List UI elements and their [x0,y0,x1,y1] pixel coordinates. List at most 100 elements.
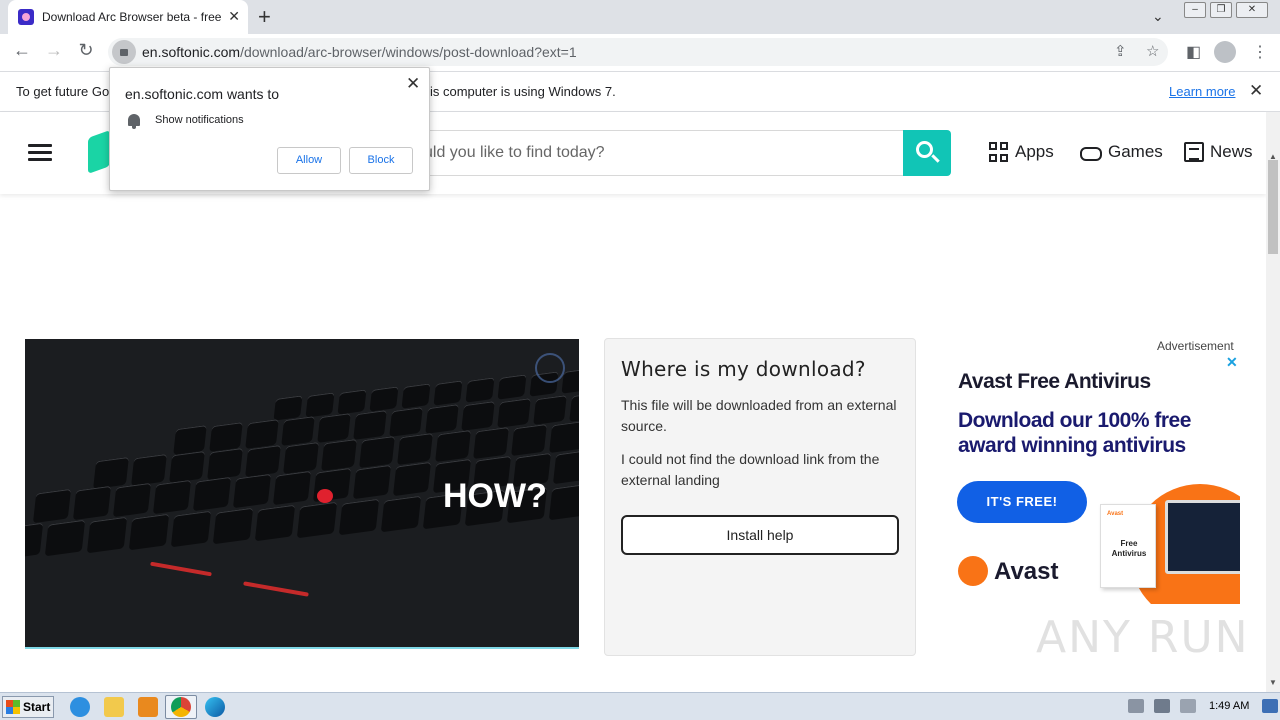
keyboard-key [401,383,431,409]
allow-button[interactable]: Allow [277,147,341,174]
search-placeholder: uld you like to find today? [424,144,605,161]
card-paragraph-2: I could not find the download link from … [621,451,880,488]
ad-cta-button[interactable]: IT'S FREE! [957,481,1087,523]
keyboard-key [245,419,279,449]
close-window-icon[interactable]: ✕ [1236,2,1268,18]
keyboard-key [497,374,527,400]
infobar-text-end: is computer is using Windows 7. [430,84,616,99]
ad-close-icon[interactable]: ✕ [1226,354,1238,371]
back-icon[interactable]: ← [9,40,35,61]
keyboard-key [352,464,392,500]
keyboard-key [296,501,338,539]
scroll-thumb[interactable] [1268,160,1278,254]
keyboard-key [552,449,579,485]
tab-title: Download Arc Browser beta - free - [42,10,222,24]
keyboard-key [321,438,357,472]
action-center-flag-icon[interactable] [1180,699,1196,713]
keyboard-key [380,495,422,533]
network-icon[interactable] [1154,699,1170,713]
browser-tab-active[interactable]: Download Arc Browser beta - free - ✕ [8,0,248,34]
block-button[interactable]: Block [349,147,413,174]
keyboard-key [369,386,399,412]
keyboard-key [254,504,296,542]
advertisement-label: Advertisement [1157,339,1234,353]
keyboard-key [392,461,432,497]
profile-avatar-icon[interactable] [1214,41,1236,63]
keyboard-key [86,516,128,554]
reload-icon[interactable]: ↻ [73,40,99,61]
card-title: Where is my download? [621,357,866,381]
laptop-keyboard-image: HOW? [25,339,579,649]
prompt-close-icon[interactable]: ✕ [406,74,420,94]
media-player-icon[interactable] [138,697,158,717]
nav-games[interactable]: Games [1080,142,1163,162]
page-scrollbar[interactable]: ▲ ▼ [1266,112,1280,692]
keyboard-key [337,389,367,415]
lock-icon[interactable] [112,40,136,64]
address-bar[interactable]: en.softonic.com/download/arc-browser/win… [108,38,1168,66]
ad-box-text: Free Antivirus [1111,539,1147,558]
nav-apps[interactable]: Apps [989,142,1054,162]
keyboard-key [433,380,463,406]
softonic-logo[interactable] [88,129,110,175]
restore-icon[interactable]: ❐ [1210,2,1232,18]
keyboard-key [72,485,112,521]
menu-kebab-icon[interactable]: ⋮ [1252,42,1268,62]
infobar-close-icon[interactable]: ✕ [1249,81,1263,101]
keyboard-key [338,498,380,536]
nav-news-label: News [1210,142,1253,161]
avast-advertisement[interactable]: ✕ Avast Free Antivirus Download our 100%… [940,354,1240,604]
minimize-icon[interactable]: – [1184,2,1206,18]
trackpoint [317,489,333,503]
bell-icon [128,114,140,129]
keyboard-key [549,420,579,454]
nav-news[interactable]: News [1184,142,1253,162]
hamburger-menu-icon[interactable] [28,144,52,162]
site-search-input[interactable]: uld you like to find today? [405,130,903,176]
side-panel-icon[interactable]: ◧ [1186,42,1201,62]
ad-product-box: Avast Free Antivirus [1100,504,1156,588]
ad-headline: Avast Free Antivirus [958,370,1151,393]
taskbar-clock[interactable]: 1:49 AM [1209,700,1249,712]
internet-explorer-icon[interactable] [70,697,90,717]
keyboard-key [397,432,433,466]
keyboard-key [283,441,319,475]
keyboard-key [273,395,303,421]
edge-icon[interactable] [205,697,225,717]
keyboard-key [128,513,170,551]
scroll-down-icon[interactable]: ▼ [1269,678,1277,687]
bookmark-star-icon[interactable]: ☆ [1146,42,1159,60]
start-label: Start [23,700,51,714]
keyboard-key [548,483,579,521]
keyboard-key [533,395,567,425]
anyrun-watermark: ANY RUN [1036,612,1250,663]
keyboard-key [207,447,243,481]
chrome-icon[interactable] [171,697,191,717]
keyboard-key [170,510,212,548]
ad-subheadline: Download our 100% free award winning ant… [958,409,1191,457]
show-desktop-icon[interactable] [1262,699,1278,713]
keyboard-key [169,450,205,484]
forward-icon[interactable]: → [41,40,67,61]
news-icon [1184,142,1204,162]
learn-more-link[interactable]: Learn more [1169,84,1235,99]
install-help-button[interactable]: Install help [621,515,899,555]
keyboard-key [317,413,351,443]
url-text[interactable]: en.softonic.com/download/arc-browser/win… [142,44,577,60]
share-icon[interactable]: ⇪ [1114,42,1127,60]
tab-close-icon[interactable]: ✕ [228,8,240,25]
search-button[interactable] [903,130,951,176]
new-tab-icon[interactable]: + [258,4,271,30]
ad-monitor-image [1165,500,1240,574]
speaker-icon[interactable] [1128,699,1144,713]
camera-logo-icon [535,353,565,383]
keyboard-key [44,519,86,557]
file-explorer-icon[interactable] [104,697,124,717]
hero-overlay-text: HOW? [443,477,547,515]
keyboard-key [425,404,459,434]
tab-search-chevron-icon[interactable]: ⌄ [1152,8,1164,25]
windows-logo-icon [6,700,20,714]
keyboard-key [497,398,531,428]
start-button[interactable]: Start [2,696,54,718]
keyboard-key [25,522,44,560]
